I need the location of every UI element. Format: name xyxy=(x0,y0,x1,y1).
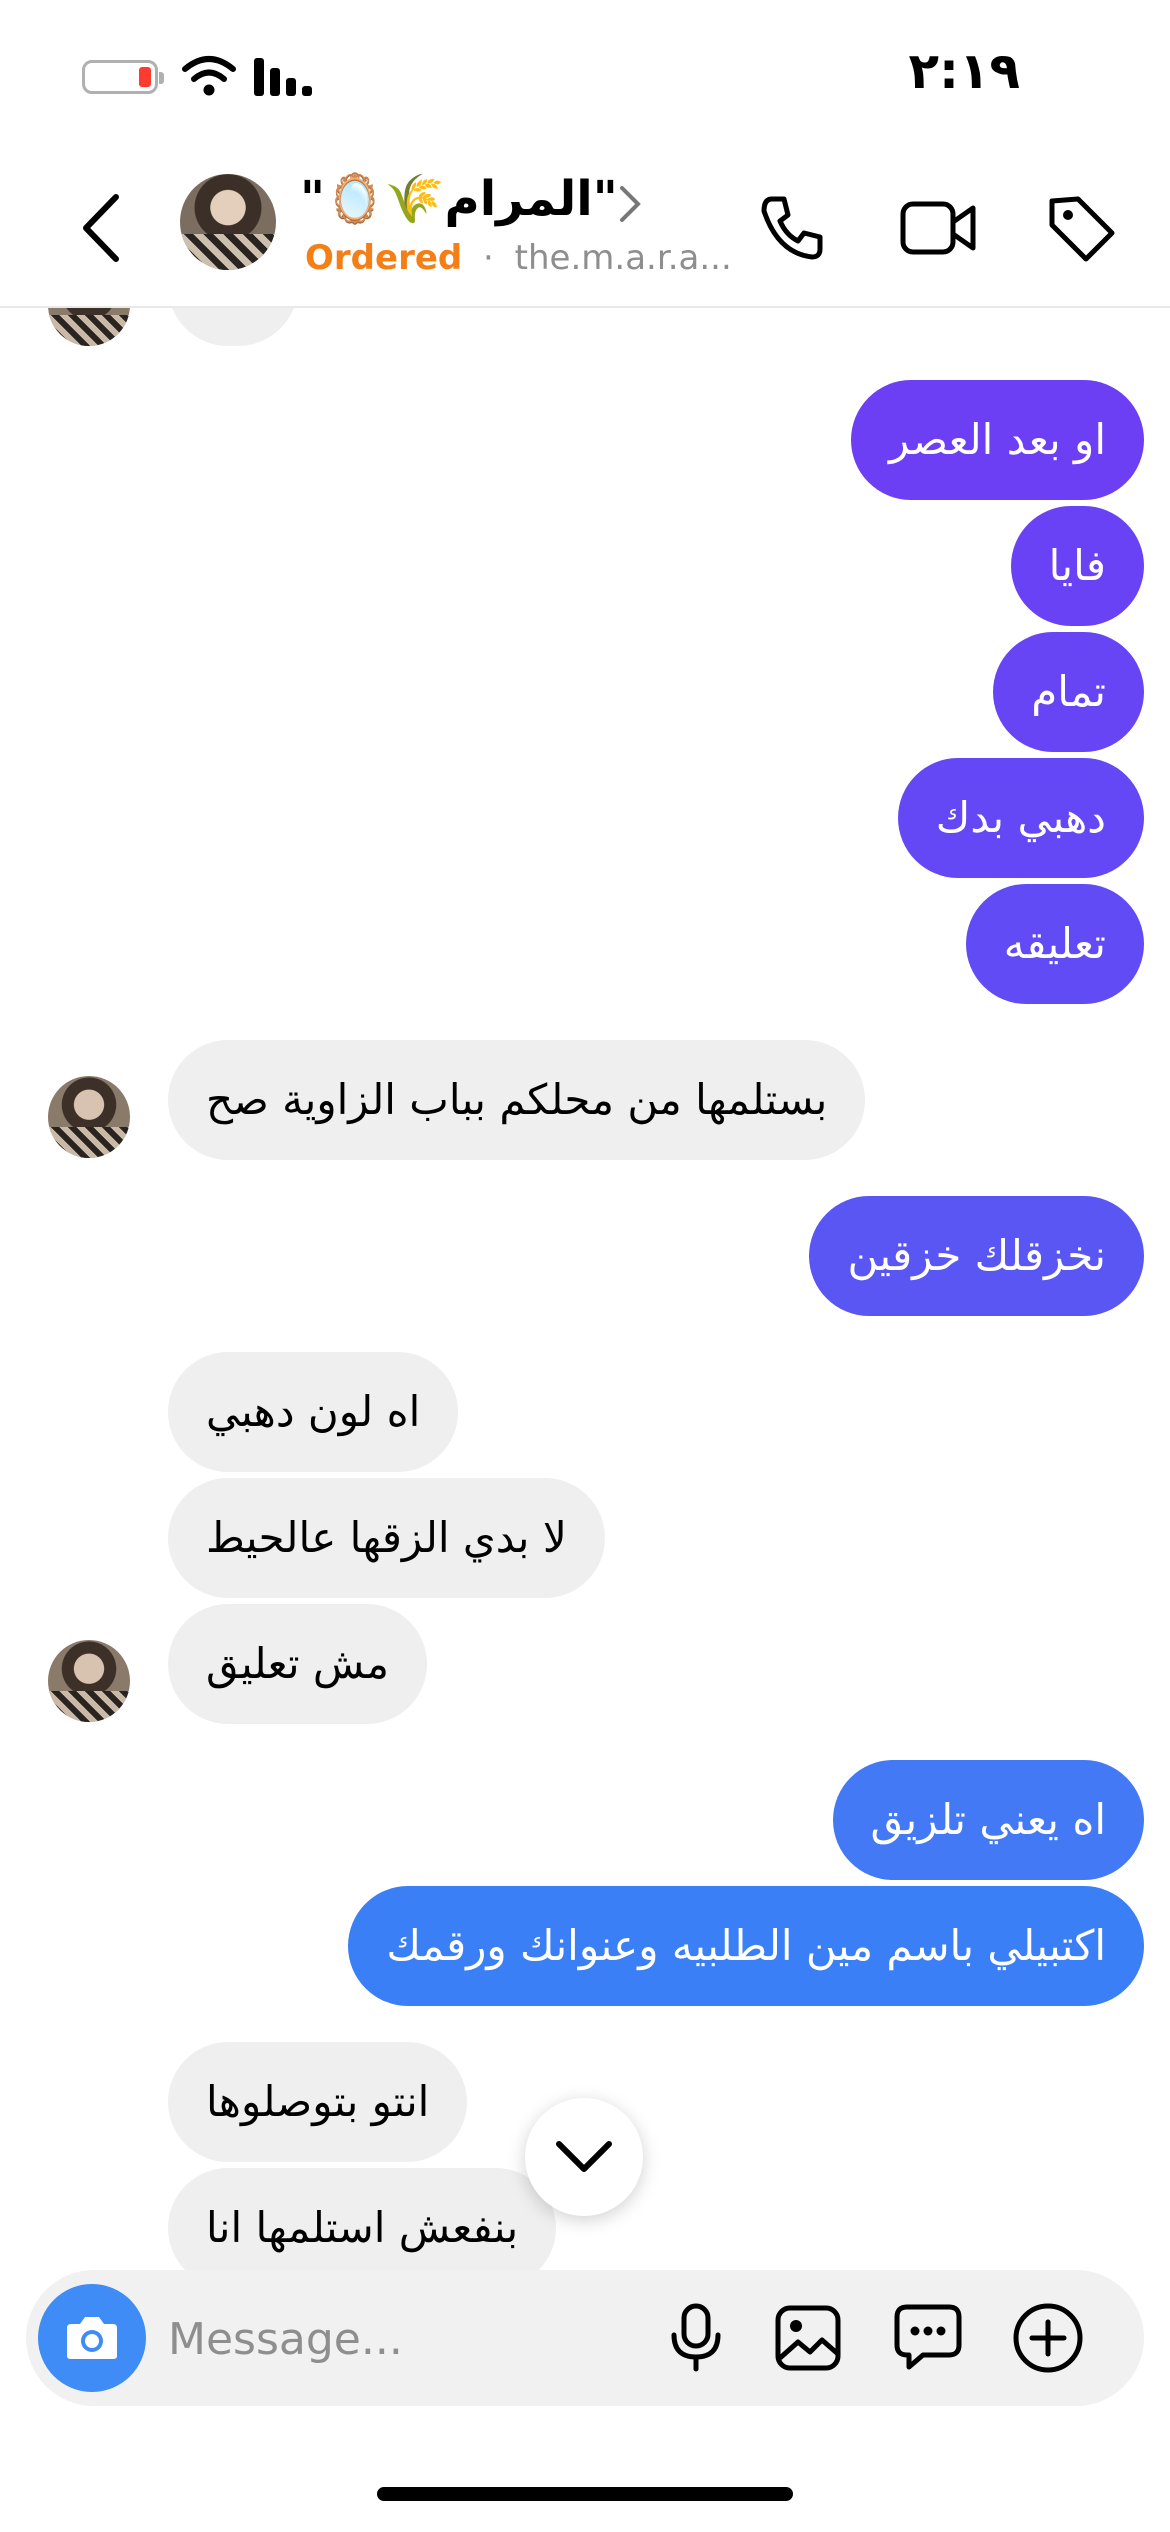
message-bubble-outgoing[interactable]: تمام xyxy=(993,632,1144,752)
audio-call-button[interactable] xyxy=(748,178,834,278)
contact-handle: the.m.a.r.a... xyxy=(514,238,732,278)
message-bubble-outgoing[interactable]: نخزقلك خزقين xyxy=(809,1196,1144,1316)
contact-avatar-small xyxy=(48,1640,130,1722)
video-call-button[interactable] xyxy=(890,178,986,278)
more-options-button[interactable] xyxy=(1008,2298,1088,2378)
message-bubble-outgoing[interactable]: اه يعني تلزيق xyxy=(832,1760,1144,1880)
scroll-to-bottom-button[interactable] xyxy=(525,2098,643,2216)
message-bubble-incoming[interactable]: انتو بتوصلوها xyxy=(168,2042,468,2162)
contact-avatar[interactable] xyxy=(180,174,276,270)
contact-avatar-small xyxy=(48,1076,130,1158)
wifi-icon xyxy=(182,56,236,96)
order-status-label: Ordered xyxy=(305,238,463,278)
message-bubble-incoming[interactable]: بستلمها من محلكم بباب الزاوية صح xyxy=(168,1040,866,1160)
message-bubble-outgoing[interactable]: فايا xyxy=(1010,506,1144,626)
battery-icon xyxy=(82,60,164,94)
label-button[interactable] xyxy=(1036,178,1126,278)
contact-name[interactable]: "🪞🌾المرام" xyxy=(300,170,660,227)
video-camera-icon xyxy=(900,201,976,255)
home-indicator xyxy=(377,2487,793,2501)
subtitle-separator: · xyxy=(483,238,494,278)
sticker-button[interactable] xyxy=(888,2298,968,2378)
gallery-button[interactable] xyxy=(768,2298,848,2378)
chat-header: "🪞🌾المرام" Ordered · the.m.a.r.a... xyxy=(0,150,1170,308)
status-time: ٢:١٩ xyxy=(908,42,1020,100)
plus-circle-icon xyxy=(1013,2303,1083,2373)
chevron-left-icon xyxy=(83,194,119,262)
tag-icon xyxy=(1049,196,1115,262)
message-bubble-incoming[interactable]: اه لون دهبي xyxy=(168,1352,459,1472)
phone-icon xyxy=(761,196,823,260)
voice-message-button[interactable] xyxy=(656,2298,736,2378)
status-bar: ٢:١٩ xyxy=(0,0,1170,150)
message-bubble-outgoing[interactable]: تعليقه xyxy=(965,884,1144,1004)
microphone-icon xyxy=(671,2303,721,2372)
back-button[interactable] xyxy=(60,180,140,276)
message-bubble-incoming[interactable]: مش تعليق xyxy=(168,1604,427,1724)
message-bubble-outgoing[interactable]: اكتبيلي باسم مين الطلبيه وعنوانك ورقمك xyxy=(348,1886,1144,2006)
message-bubble-outgoing[interactable]: دهبي بدك xyxy=(897,758,1144,878)
message-bubble-incoming[interactable]: لا بدي الزقها عالحيط xyxy=(168,1478,605,1598)
contact-subtitle: Ordered · the.m.a.r.a... xyxy=(305,238,732,278)
chat-bubble-icon xyxy=(894,2304,962,2370)
camera-button[interactable] xyxy=(38,2284,146,2392)
cellular-signal-icon xyxy=(254,58,312,96)
message-composer xyxy=(26,2270,1144,2406)
image-icon xyxy=(775,2305,841,2371)
chevron-down-icon xyxy=(556,2141,612,2172)
message-bubble-outgoing[interactable]: او بعد العصر xyxy=(851,380,1144,500)
message-input[interactable] xyxy=(166,2298,630,2380)
chevron-right-icon xyxy=(620,186,641,222)
camera-icon xyxy=(67,2317,117,2359)
